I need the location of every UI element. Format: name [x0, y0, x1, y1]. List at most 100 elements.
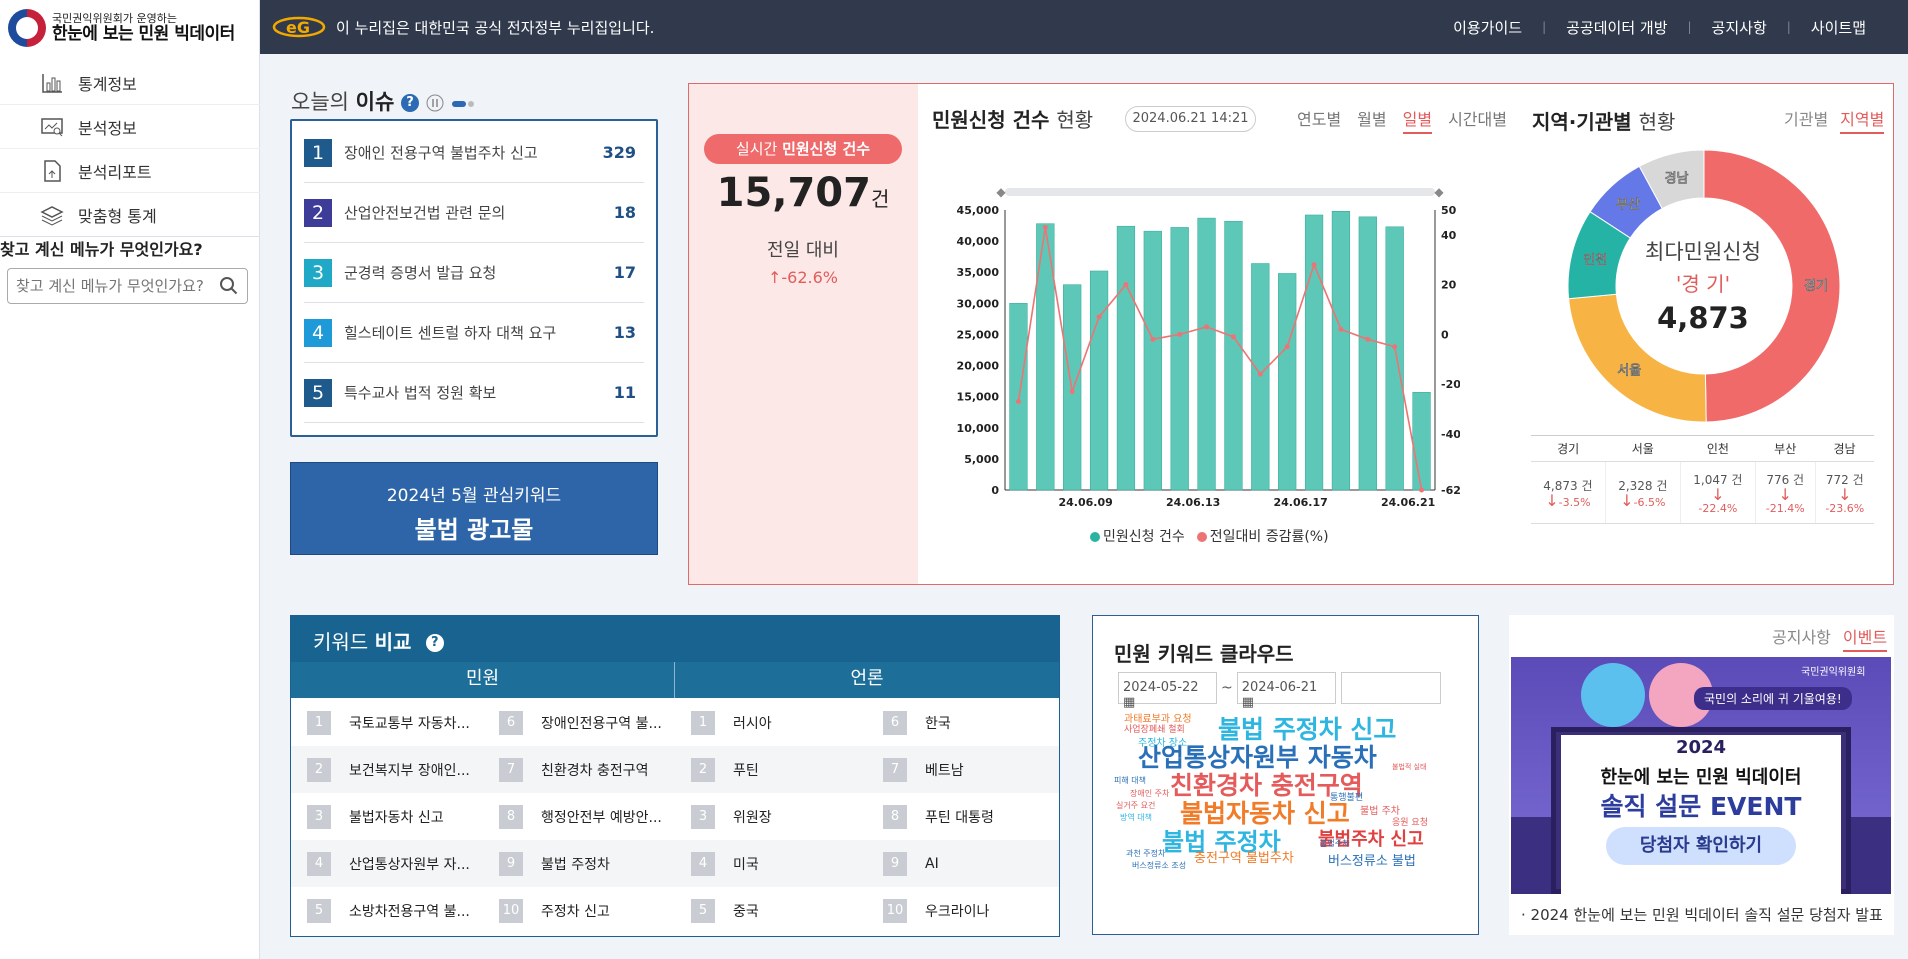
legend-dot — [1196, 532, 1207, 542]
issue-count: 13 — [613, 323, 636, 342]
y-right-tick-label: -62.6 — [1441, 484, 1460, 497]
issue-item[interactable]: 1 장애인 전용구역 불법주차 신고 329 — [304, 123, 644, 183]
custom-stats-icon — [40, 205, 64, 226]
tab-events[interactable]: 이벤트 — [1842, 624, 1888, 652]
change-rate-point — [1419, 487, 1425, 493]
compare-keyword[interactable]: 9 AI — [867, 851, 1059, 876]
compare-keyword[interactable]: 6 한국 — [867, 710, 1059, 735]
region-col: 부산 — [1755, 435, 1816, 462]
compare-keyword[interactable]: 3 위원장 — [675, 804, 867, 829]
y-left-tick-label: 5,000 — [964, 453, 999, 466]
compare-keyword-text: 국토교통부 자동차... — [349, 715, 470, 732]
compare-keyword[interactable]: 4 산업통상자원부 자... — [291, 851, 483, 876]
compare-keyword[interactable]: 8 푸틴 대통령 — [867, 804, 1059, 829]
issue-item[interactable]: 3 군경력 증명서 발급 요청 17 — [304, 243, 644, 303]
egov-logo-icon: eG — [272, 16, 326, 38]
compare-keyword-text: 중국 — [733, 903, 759, 920]
date-to-input[interactable]: 2024-06-21 ▦ — [1236, 672, 1336, 710]
tab-daily[interactable]: 일별 — [1402, 106, 1433, 134]
cloud-keyword[interactable]: 과천 주정차 — [1126, 848, 1165, 859]
legend-dot — [1090, 532, 1100, 542]
event-banner[interactable]: 국민권익위원회 국민의 소리에 귀 기울여용! 2024 한눈에 보는 민원 빅… — [1511, 657, 1891, 894]
compare-keyword[interactable]: 10 우크라이나 — [867, 898, 1059, 923]
cloud-keyword[interactable]: 불법적 실태 — [1392, 762, 1426, 772]
region-change: -6.5% — [1633, 495, 1666, 509]
compare-rank: 9 — [499, 851, 523, 876]
compare-keyword[interactable]: 5 소방차전용구역 불... — [291, 898, 483, 923]
donut-slice-label: 인천 — [1583, 252, 1607, 268]
slide-indicator-icon[interactable] — [450, 99, 476, 109]
cloud-keyword[interactable]: 불법주차 — [1320, 838, 1349, 849]
y-left-tick-label: 15,000 — [957, 391, 1000, 404]
tab-by-region[interactable]: 지역별 — [1840, 106, 1885, 134]
compare-keyword[interactable]: 5 중국 — [675, 898, 867, 923]
compare-keyword-text: 행정안전부 예방안... — [541, 809, 662, 826]
y-left-tick-label: 35,000 — [957, 266, 1000, 279]
cloud-keyword[interactable]: 장애인 주차 — [1130, 788, 1169, 799]
banner-winner-button[interactable]: 당첨자 확인하기 — [1606, 827, 1796, 865]
cloud-keyword[interactable]: 버스정류소 불법 — [1328, 850, 1416, 869]
compare-keyword[interactable]: 1 국토교통부 자동차... — [291, 710, 483, 735]
sidebar-item-analysis[interactable]: 분석정보 — [0, 105, 260, 149]
tab-notices[interactable]: 공지사항 — [1772, 624, 1831, 652]
cloud-keyword[interactable]: 피해 대책 — [1114, 775, 1146, 786]
zoom-slider — [1005, 188, 1435, 196]
donut-center-label: 최다민원신청 — [1645, 240, 1761, 264]
help-icon[interactable]: ? — [425, 634, 444, 652]
compare-keyword[interactable]: 8 행정안전부 예방안... — [483, 804, 675, 829]
bar — [1143, 230, 1162, 491]
search-icon[interactable] — [219, 276, 239, 296]
link-sitemap[interactable]: 사이트맵 — [1791, 17, 1886, 38]
cloud-keyword[interactable]: 버스정류소 조성 — [1132, 860, 1186, 871]
pause-icon[interactable] — [426, 94, 444, 112]
banner-org: 국민권익위원회 — [1801, 667, 1866, 678]
compare-keyword[interactable]: 7 베트남 — [867, 757, 1059, 782]
link-notices[interactable]: 공지사항 — [1692, 17, 1787, 38]
compare-keyword[interactable]: 2 푸틴 — [675, 757, 867, 782]
compare-keyword[interactable]: 9 불법 주정차 — [483, 851, 675, 876]
site-logo[interactable]: 국민권익위원회가 운영하는 한눈에 보는 민원 빅데이터 — [0, 0, 260, 56]
compare-keyword[interactable]: 10 주정차 신고 — [483, 898, 675, 923]
compare-keyword-text: 불법자동차 신고 — [349, 809, 444, 826]
link-open-data[interactable]: 공공데이터 개방 — [1546, 17, 1687, 38]
tab-by-agency[interactable]: 기관별 — [1784, 106, 1828, 134]
issue-item[interactable]: 2 산업안전보건법 관련 문의 18 — [304, 183, 644, 243]
region-table-row: 4,873 건 ↓-3.5% 2,328 건 ↓-6.5% 1,047 건 ↓ -22.… — [1531, 461, 1874, 524]
issue-item[interactable]: 5 특수교사 법적 정원 확보 11 — [304, 363, 644, 423]
analysis-icon — [41, 117, 63, 136]
keyword-filter-input[interactable] — [1340, 672, 1441, 704]
menu-search-input[interactable] — [16, 277, 219, 295]
compare-keyword[interactable]: 4 미국 — [675, 851, 867, 876]
sidebar-item-report[interactable]: 분석리포트 — [0, 149, 260, 193]
compare-keyword-text: AI — [925, 855, 939, 872]
region-cell: 772 건 ↓ -23.6% — [1814, 461, 1874, 524]
link-user-guide[interactable]: 이용가이드 — [1433, 17, 1542, 38]
date-from-input[interactable]: 2024-05-22 ▦ — [1118, 672, 1217, 710]
compare-keyword[interactable]: 2 보건복지부 장애인... — [291, 757, 483, 782]
issue-item[interactable]: 4 힐스테이트 센트럴 하자 대책 요구 13 — [304, 303, 644, 363]
cloud-keyword[interactable]: 응원 요청 — [1392, 815, 1428, 828]
sidebar-item-custom-stats[interactable]: 맞춤형 통계 — [0, 193, 260, 237]
realtime-change: ↑-62.6% — [767, 268, 838, 287]
compare-keyword[interactable]: 3 불법자동차 신고 — [291, 804, 483, 829]
region-count: 2,328 건 — [1618, 478, 1668, 493]
compare-row: 4 산업통상자원부 자... 9 불법 주정차 4 미국 9 AI — [291, 840, 1059, 887]
compare-keyword[interactable]: 6 장애인전용구역 불... — [483, 710, 675, 735]
compare-keyword-text: 우크라이나 — [925, 903, 990, 920]
tab-yearly[interactable]: 연도별 — [1297, 106, 1341, 134]
y-left-tick-label: 20,000 — [957, 360, 1000, 373]
compare-keyword[interactable]: 1 러시아 — [675, 710, 867, 735]
sidebar-item-stats[interactable]: 통계정보 — [0, 61, 260, 105]
monthly-keyword-banner[interactable]: 2024년 5월 관심키워드 불법 광고물 — [290, 462, 658, 555]
cloud-keyword[interactable]: 통행불편 — [1330, 790, 1363, 803]
tab-monthly[interactable]: 월별 — [1357, 106, 1386, 134]
notice-item[interactable]: · 2024 한눈에 보는 민원 빅데이터 솔직 설문 당첨자 발표 — [1521, 904, 1886, 925]
cloud-keyword[interactable]: 주정차 장소 — [1138, 734, 1187, 749]
tab-hourly[interactable]: 시간대별 — [1448, 106, 1507, 134]
cloud-keyword[interactable]: 충전구역 불법주차 — [1194, 847, 1294, 866]
report-icon — [44, 159, 61, 182]
cloud-keyword[interactable]: 방역 대책 — [1120, 812, 1152, 823]
help-icon[interactable]: ? — [400, 94, 419, 112]
compare-keyword[interactable]: 7 친환경차 충전구역 — [483, 757, 675, 782]
cloud-keyword[interactable]: 실거주 요건 — [1116, 800, 1155, 811]
